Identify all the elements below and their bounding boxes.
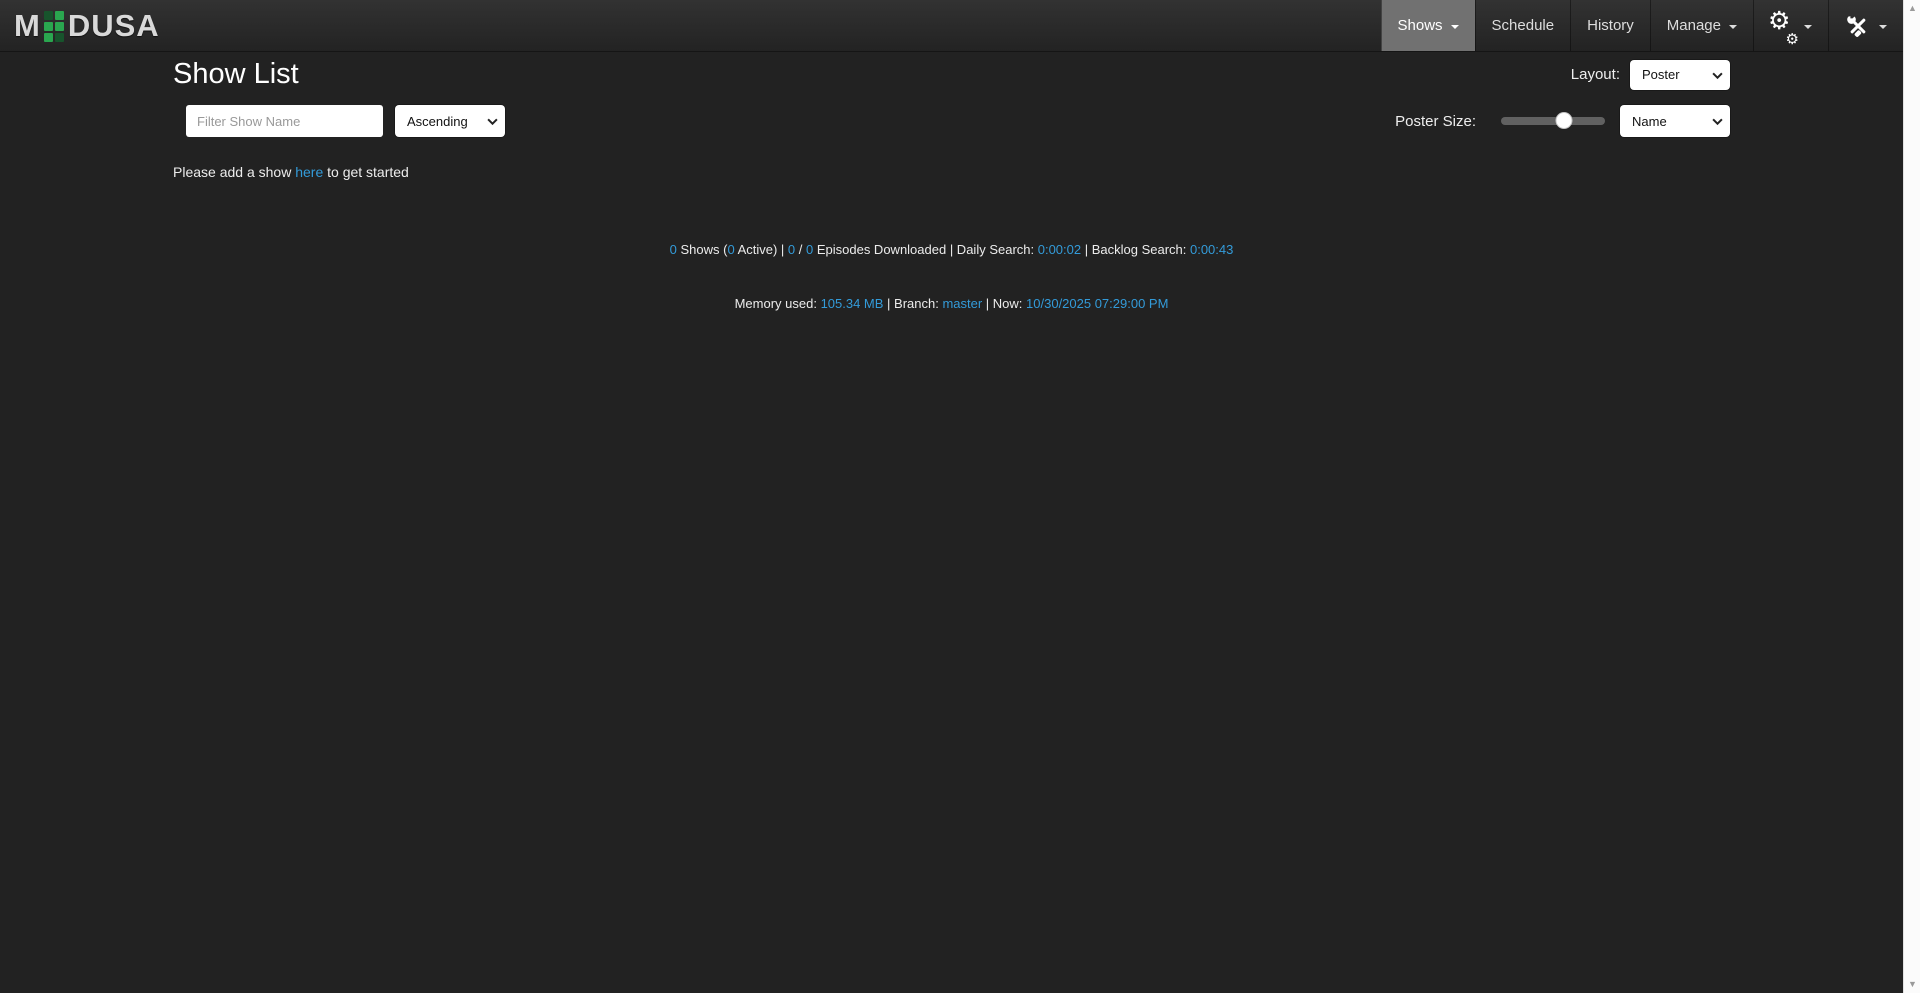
logo-text-dusa: DUSA <box>68 8 160 44</box>
nav-shows-label: Shows <box>1398 17 1443 34</box>
main-content: Show List Layout: Poster Ascending <box>0 52 1920 349</box>
page-title: Show List <box>173 58 299 91</box>
logo-grid-icon <box>44 11 64 42</box>
poster-size-control: Poster Size: Name <box>1395 105 1730 137</box>
memory-used-value[interactable]: 105.34 MB <box>821 296 884 311</box>
scroll-up-arrow[interactable]: ▲ <box>1904 0 1920 17</box>
nav-schedule[interactable]: Schedule <box>1475 0 1571 51</box>
nav-history-label: History <box>1587 17 1634 34</box>
layout-label: Layout: <box>1571 66 1620 83</box>
caret-down-icon <box>1804 25 1812 29</box>
layout-select[interactable]: Poster <box>1630 60 1730 90</box>
app-logo[interactable]: M DUSA <box>14 0 160 51</box>
backlog-search-time[interactable]: 0:00:43 <box>1190 242 1233 257</box>
footer-line2: Memory used: 105.34 MB | Branch: master … <box>0 295 1903 313</box>
daily-search-time[interactable]: 0:00:02 <box>1038 242 1081 257</box>
current-time-value[interactable]: 10/30/2025 07:29:00 PM <box>1026 296 1168 311</box>
nav-menu: Shows Schedule History Manage ⚙ ⚙ <box>1381 0 1903 51</box>
poster-size-handle[interactable] <box>1556 112 1573 129</box>
active-shows-count[interactable]: 0 <box>727 242 734 257</box>
caret-down-icon <box>1879 25 1887 29</box>
nav-history[interactable]: History <box>1570 0 1650 51</box>
empty-message-before: Please add a show <box>173 164 295 180</box>
poster-size-label: Poster Size: <box>1395 113 1476 130</box>
filter-show-input[interactable] <box>186 105 383 137</box>
footer-line1: 0 Shows (0 Active) | 0 / 0 Episodes Down… <box>0 241 1903 259</box>
branch-value[interactable]: master <box>942 296 982 311</box>
empty-message-after: to get started <box>323 164 409 180</box>
empty-state-message: Please add a show here to get started <box>173 164 1920 180</box>
sort-direction-select[interactable]: Ascending <box>395 105 505 137</box>
poster-size-slider[interactable] <box>1501 117 1605 125</box>
scroll-down-arrow[interactable]: ▼ <box>1904 976 1920 993</box>
caret-down-icon <box>1729 25 1737 29</box>
gear-icon: ⚙ ⚙ <box>1770 11 1796 41</box>
nav-manage-label: Manage <box>1667 17 1721 34</box>
nav-config[interactable]: ⚙ ⚙ <box>1753 0 1828 51</box>
show-filter-controls: Ascending <box>186 105 505 137</box>
vertical-scrollbar[interactable]: ▲ ▼ <box>1903 0 1920 993</box>
sort-by-select[interactable]: Name <box>1620 105 1730 137</box>
nav-schedule-label: Schedule <box>1492 17 1555 34</box>
tools-icon <box>1845 13 1871 39</box>
footer-stats: 0 Shows (0 Active) | 0 / 0 Episodes Down… <box>0 205 1903 349</box>
caret-down-icon <box>1451 25 1459 29</box>
nav-tools[interactable] <box>1828 0 1903 51</box>
navbar: M DUSA Shows Schedule History Manage <box>0 0 1920 52</box>
app-page: M DUSA Shows Schedule History Manage <box>0 0 1920 993</box>
logo-text-m: M <box>14 8 41 44</box>
nav-manage[interactable]: Manage <box>1650 0 1753 51</box>
shows-count[interactable]: 0 <box>670 242 677 257</box>
nav-shows[interactable]: Shows <box>1381 0 1475 51</box>
layout-control: Layout: Poster <box>1571 60 1730 90</box>
add-show-link[interactable]: here <box>295 164 323 180</box>
